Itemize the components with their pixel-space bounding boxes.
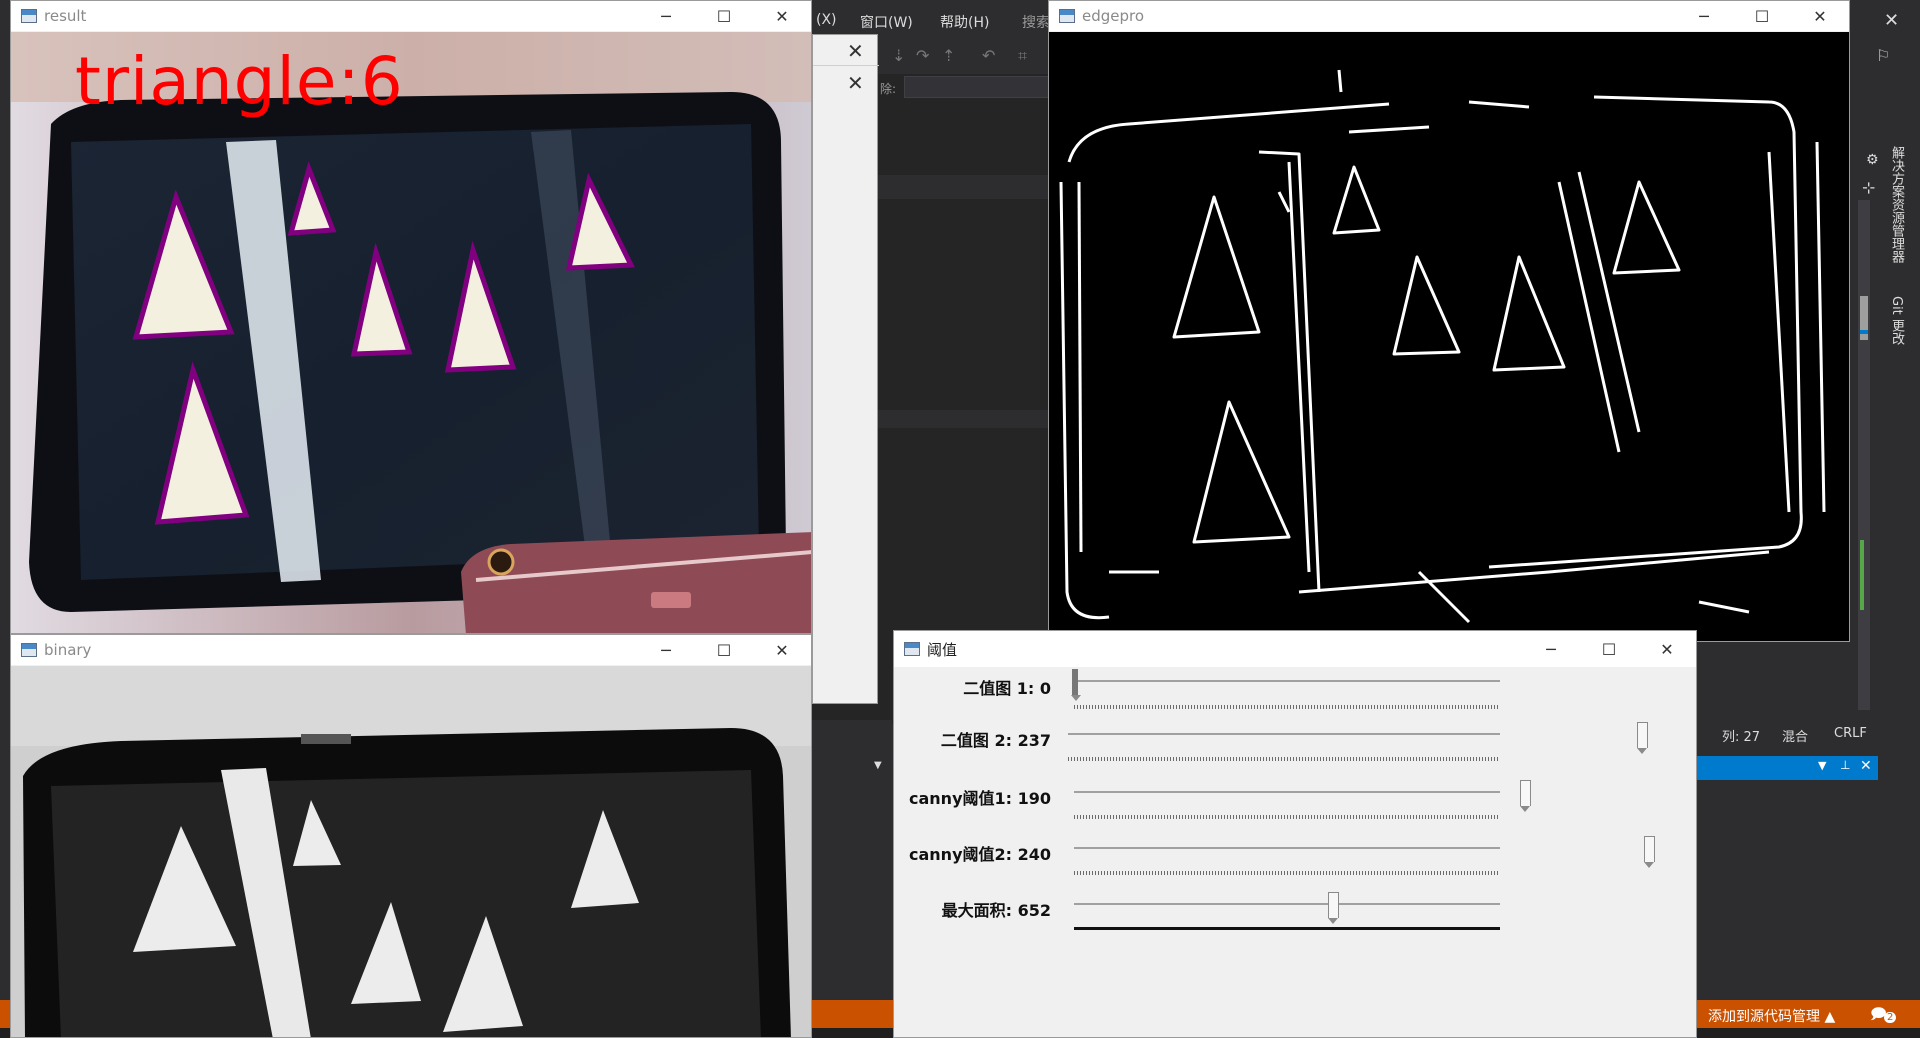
menu-item-help[interactable]: 帮助(H) [940,12,989,32]
source-control-button[interactable]: 添加到源代码管理 ▲ [1708,1006,1835,1026]
notification-count: 2 [1884,1012,1897,1023]
ide-statusline: 列: 27 混合 CRLF [1694,722,1867,748]
slider-track[interactable] [1074,791,1500,793]
background-dialog: ✕ ✕ [812,34,879,704]
close-button[interactable]: ✕ [1791,1,1849,31]
slider-thumb[interactable] [1328,892,1339,924]
menu-item-search[interactable]: 搜索 [1022,12,1050,32]
ide-blue-tabstrip: ▼ ⊥ ✕ [1694,756,1878,780]
maximize-button[interactable]: ☐ [1733,1,1791,31]
slider-thumb[interactable] [1520,780,1531,812]
slider-ticks [1068,757,1500,761]
ide-filter-label: 除: [880,82,897,96]
result-titlebar[interactable]: result ─ ☐ ✕ [11,1,811,31]
result-image [11,32,811,633]
tab-git-changes[interactable]: Git 更改 [1886,296,1906,345]
edge-image [1049,32,1849,641]
slider-label: 二值图 2: 237 [940,731,1051,750]
window-title: edgepro [1082,7,1145,25]
slider-label: canny阈值1: 190 [909,789,1051,808]
toolbar-undo-icon[interactable]: ↶ [982,46,995,65]
slider-ticks [1074,705,1500,709]
toolbar-step-icon[interactable]: ⇣ [892,46,905,65]
slider-canny-2: canny阈值2: 240 [894,827,1696,883]
scroll-marker [1860,330,1868,334]
dropdown-icon[interactable]: ▼ [874,760,882,771]
slider-track[interactable] [1068,733,1500,735]
close-button[interactable]: ✕ [753,1,811,31]
close-button[interactable]: ✕ [1638,631,1696,667]
window-title: result [44,7,87,25]
edgepro-window: edgepro ─ ☐ ✕ [1048,0,1850,642]
toolbar-up-icon[interactable]: ⇡ [942,46,955,65]
slider-binary-1: 二值图 1: 0 [894,667,1696,719]
slider-label: 二值图 1: 0 [963,679,1051,698]
ide-vertical-tabs: 解决方案资源管理器 Git 更改 [1886,146,1910,356]
menu-item-window[interactable]: 窗口(W) [860,12,913,32]
dropdown-icon[interactable]: ▼ [1818,759,1826,772]
settings-icon[interactable]: ⚙ [1866,152,1879,168]
pin-icon[interactable]: ⊥ [1840,758,1850,772]
binary-window: binary ─ ☐ ✕ [10,634,812,1038]
slider-track[interactable] [1074,847,1500,849]
app-icon [1059,9,1075,23]
binary-image [11,666,811,1037]
status-mixed: 混合 [1782,730,1809,745]
ide-input-box[interactable] [904,76,1054,98]
feedback-icon[interactable]: ⚐ [1876,46,1890,65]
tab-solution-explorer[interactable]: 解决方案资源管理器 [1886,146,1906,263]
app-icon [21,643,37,657]
status-column: 列: 27 [1722,730,1761,745]
menu-item-partial[interactable]: (X) [816,12,837,28]
maximize-button[interactable]: ☐ [695,1,753,31]
slider-ticks [1074,871,1500,875]
window-close-icon[interactable]: ✕ [1884,10,1899,31]
maximize-button[interactable]: ☐ [1580,631,1638,667]
slider-ticks [1074,927,1500,930]
slider-binary-2: 二值图 2: 237 [894,719,1696,771]
minimize-button[interactable]: ─ [1675,1,1733,31]
app-icon [904,642,920,656]
slider-thumb[interactable] [1637,722,1648,754]
close-button[interactable]: ✕ [753,635,811,665]
slider-track[interactable] [1074,903,1500,905]
slider-thumb[interactable] [1071,669,1081,701]
slider-canny-1: canny阈值1: 190 [894,771,1696,827]
slider-thumb[interactable] [1644,836,1655,868]
slider-track[interactable] [1074,680,1500,682]
scroll-marker-green [1860,540,1864,610]
slider-label: 最大面积: 652 [941,901,1051,920]
slider-max-area: 最大面积: 652 [894,883,1696,939]
ide-scrollbar[interactable] [1858,200,1870,710]
threshold-window: 阈值 ─ ☐ ✕ 二值图 1: 0 二值图 2: 237 canny阈值1: 1… [893,630,1697,1038]
status-eol: CRLF [1834,726,1867,741]
ide-divider [876,175,1060,199]
result-window: result ─ ☐ ✕ triangle:6 [10,0,812,634]
triangle-count-overlay: triangle:6 [75,43,404,120]
window-title: 阈值 [927,640,958,659]
minimize-button[interactable]: ─ [637,1,695,31]
minimize-button[interactable]: ─ [637,635,695,665]
window-title: binary [44,641,92,659]
pin-icon[interactable]: ⊹ [1862,178,1875,197]
binary-titlebar[interactable]: binary ─ ☐ ✕ [11,635,811,665]
edgepro-titlebar[interactable]: edgepro ─ ☐ ✕ [1049,1,1849,31]
toolbar-redo-icon[interactable]: ↷ [916,46,929,65]
ide-divider-2 [876,410,1060,428]
close-icon[interactable]: ✕ [847,71,864,95]
slider-ticks [1074,815,1500,819]
app-icon [21,9,37,23]
minimize-button[interactable]: ─ [1522,631,1580,667]
close-icon[interactable]: ✕ [847,39,864,63]
toolbar-format-icon[interactable]: ⌗ [1018,46,1027,66]
maximize-button[interactable]: ☐ [695,635,753,665]
red-phone [461,532,811,633]
close-icon[interactable]: ✕ [1860,758,1872,774]
threshold-titlebar[interactable]: 阈值 ─ ☐ ✕ [894,631,1696,667]
slider-label: canny阈值2: 240 [909,845,1051,864]
